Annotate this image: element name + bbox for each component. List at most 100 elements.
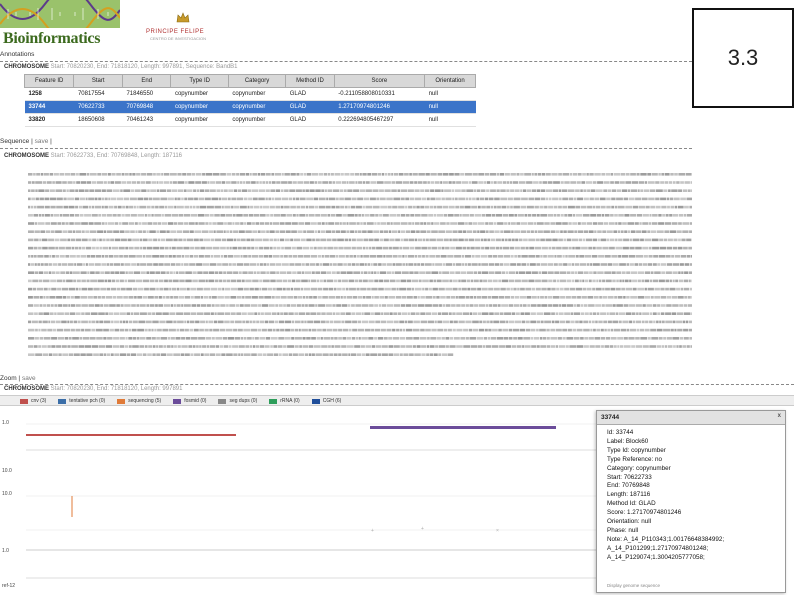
sequence-glyph [438,345,446,348]
sequence-glyph [669,287,676,291]
sequence-glyph [177,345,181,348]
sequence-glyph [617,337,624,340]
sequence-glyph [149,279,155,283]
sequence-glyph [111,353,114,356]
sequence-glyph [353,255,357,258]
legend-item-tentative-pch[interactable]: tentative pch (0) [58,398,105,404]
sequence-glyph [358,230,362,233]
sequence-glyph [110,238,114,242]
sequence-glyph [532,214,537,217]
sequence-glyph [592,238,597,242]
sequence-glyph [310,246,314,250]
sequence-glyph [44,263,49,266]
sequence-glyph [510,173,516,176]
sequence-glyph [309,263,316,266]
legend-item-rrna[interactable]: rRNA (0) [269,398,300,404]
display-genome-sequence-link[interactable]: Display genome sequence [607,583,660,588]
legend-item-seg-dups[interactable]: seg dups (0) [218,398,257,404]
sequence-save-link[interactable]: save [35,138,49,145]
sequence-glyph [449,320,453,324]
sequence-glyph [513,304,520,307]
column-header-feature-id[interactable]: Feature ID [23,74,75,88]
sequence-glyph [28,205,31,209]
sequence-glyph [445,304,451,307]
sequence-glyph [253,345,256,348]
sequence-glyph [679,304,684,307]
sequence-glyph [680,255,687,258]
sequence-glyph [119,222,122,225]
sequence-glyph [98,197,102,201]
sequence-glyph [98,214,101,217]
table-row[interactable]: 33820 18650608 70461243 copynumber copyn… [24,113,476,127]
table-row[interactable]: 1258 70817554 71846550 copynumber copynu… [24,87,476,101]
sequence-glyph [572,173,577,176]
sequence-glyph [684,271,689,274]
sequence-glyph [48,238,55,242]
sequence-glyph [396,287,399,291]
sequence-glyph [298,353,305,356]
legend-item-cnv[interactable]: cnv (3) [20,398,46,404]
sequence-glyph [496,246,500,250]
sequence-glyph [437,205,443,209]
sequence-glyph [379,238,384,242]
column-header-end[interactable]: End [121,74,172,88]
column-header-start[interactable]: Start [73,74,123,88]
sequence-glyph [63,205,69,209]
legend-item-sequencing[interactable]: sequencing (5) [117,398,161,404]
sequence-glyph [617,296,623,299]
column-header-method-id[interactable]: Method ID [285,74,335,88]
crown-icon [176,12,190,23]
table-row-selected[interactable]: 33744 70622733 70769848 copynumber copyn… [24,100,476,114]
sequence-glyph [317,246,323,250]
sequence-glyph [408,205,412,209]
sequence-glyph [38,246,42,250]
cnv-segment-bar[interactable] [26,434,236,436]
sequence-glyph [328,181,332,184]
sequence-glyph [379,296,384,299]
sequence-glyph [98,296,101,299]
sequence-glyph [135,279,143,283]
sequence-glyph [292,181,297,184]
sequence-glyph [117,214,121,217]
zoom-track-plot[interactable]: + + × [26,410,600,586]
zoom-save-link[interactable]: save [22,375,36,382]
sequence-glyph [503,255,511,258]
sequence-glyph [119,345,125,348]
selected-segment-bar[interactable] [370,426,556,429]
sequence-glyph [420,328,425,332]
sequence-glyph [683,304,687,307]
sequence-glyph [117,296,123,299]
sequence-glyph [309,181,314,184]
sequence-glyph [456,312,463,315]
sequence-glyph [35,181,42,184]
column-header-type-id[interactable]: Type ID [170,74,229,88]
sequence-glyph [342,214,347,217]
column-header-orientation[interactable]: Orientation [424,74,476,88]
sequence-glyph [676,181,680,184]
sequence-glyph [574,230,578,233]
legend-item-cgh[interactable]: CGH (6) [311,398,341,404]
sequence-glyph [425,255,429,258]
sequence-glyph [221,255,224,258]
sequence-glyph [547,337,550,340]
sequence-glyph [325,222,328,225]
sequence-glyph [577,296,581,299]
sequence-glyph [413,296,418,299]
sequence-glyph [669,279,672,283]
sequence-glyph [520,173,524,176]
sequence-glyph [630,189,637,192]
sequence-glyph [433,279,437,283]
sequence-glyph [437,320,443,324]
sequence-glyph [683,214,687,217]
column-header-category[interactable]: Category [227,74,287,88]
sequence-glyph [659,320,662,324]
legend-item-fosmid[interactable]: fosmid (0) [173,398,206,404]
column-header-score[interactable]: Score [333,74,426,88]
sequence-glyph [454,214,460,217]
sequence-glyph [274,197,281,201]
close-icon[interactable]: x [778,413,781,419]
sequence-glyph [333,279,338,283]
sequence-glyph [639,222,642,225]
sequence-glyph [338,328,343,332]
sequence-glyph [254,287,259,291]
